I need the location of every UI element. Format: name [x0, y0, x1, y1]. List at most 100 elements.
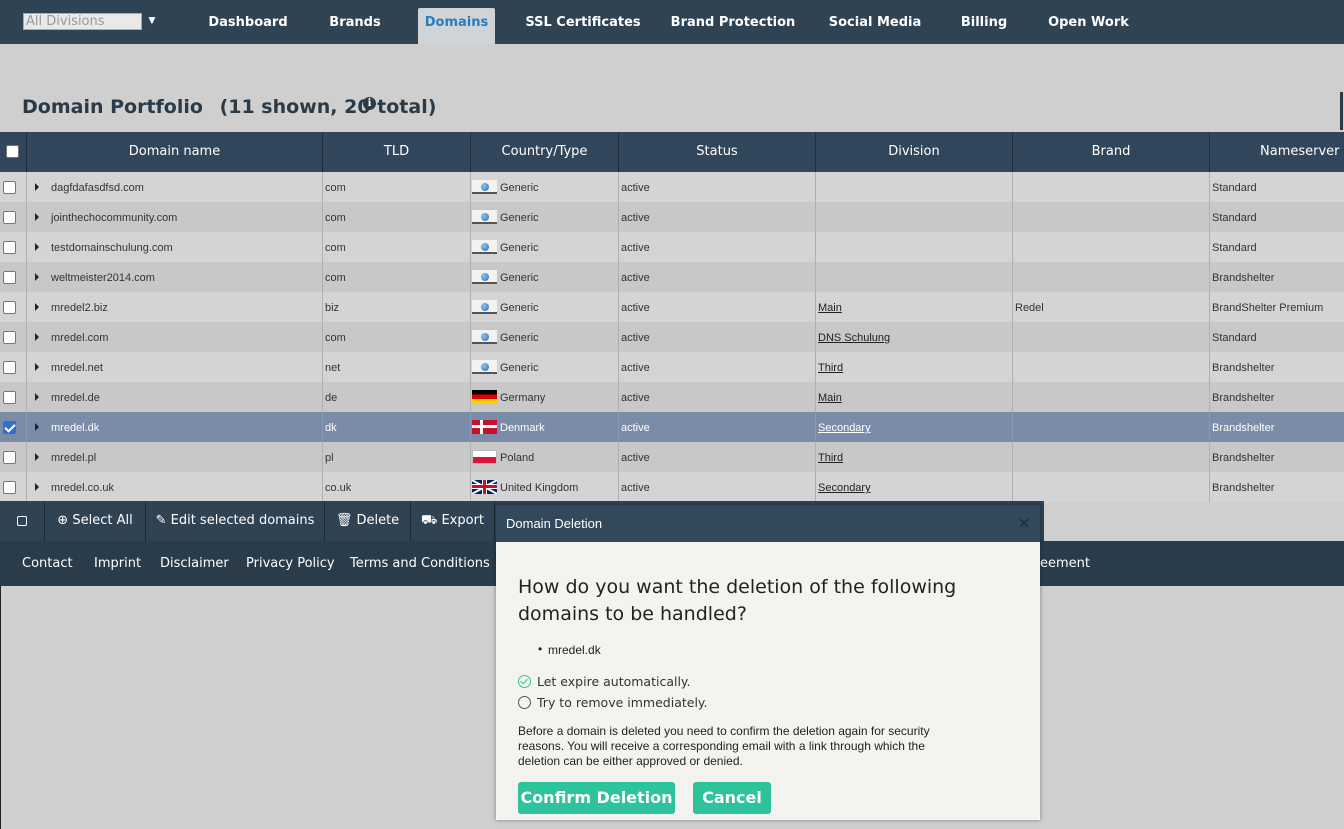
column-header-status[interactable]: Status: [619, 132, 816, 172]
table-row[interactable]: mredel.co.uk co.uk United Kingdom active Sec…: [0, 472, 1344, 502]
domain-name[interactable]: mredel.co.uk: [51, 482, 114, 494]
footer-link-privacy[interactable]: Privacy Policy: [246, 556, 335, 571]
chevron-down-icon[interactable]: ▼: [146, 13, 158, 27]
domain-name[interactable]: mredel.pl: [51, 452, 96, 464]
domain-name[interactable]: mredel.dk: [51, 422, 99, 434]
tab-brands[interactable]: Brands: [322, 8, 388, 44]
domain-name[interactable]: mredel.net: [51, 362, 103, 374]
option-remove-immediately[interactable]: Try to remove immediately.: [518, 695, 708, 710]
select-all-button[interactable]: ⊕ Select All: [45, 501, 146, 541]
expand-arrow-icon[interactable]: [35, 273, 39, 281]
tab-billing[interactable]: Billing: [952, 8, 1016, 44]
division-link[interactable]: Third: [818, 452, 843, 464]
cell-status: active: [621, 182, 650, 194]
tab-domains[interactable]: Domains: [418, 8, 495, 44]
domain-name[interactable]: mredel.com: [51, 332, 108, 344]
cell-status: active: [621, 242, 650, 254]
row-checkbox[interactable]: [3, 361, 16, 374]
domain-name[interactable]: mredel.de: [51, 392, 100, 404]
expand-arrow-icon[interactable]: [35, 183, 39, 191]
row-checkbox[interactable]: [3, 181, 16, 194]
table-row[interactable]: mredel.de de Germany active Main Brandshelter: [0, 382, 1344, 412]
cancel-button[interactable]: Cancel: [693, 782, 771, 814]
expand-arrow-icon[interactable]: [35, 363, 39, 371]
row-checkbox[interactable]: [3, 481, 16, 494]
division-link[interactable]: Main: [818, 302, 842, 314]
radio-checked-icon[interactable]: [518, 674, 531, 688]
cell-nameserver-container: Brandshelter: [1210, 442, 1344, 472]
table-row[interactable]: mredel2.biz biz Generic active Main Redel Bran…: [0, 292, 1344, 322]
row-checkbox[interactable]: [3, 241, 16, 254]
division-link[interactable]: Secondary: [818, 422, 871, 434]
cell-nameserver-container: Brandshelter: [1210, 382, 1344, 412]
info-icon[interactable]: i: [363, 97, 376, 110]
edit-selected-button[interactable]: ✎ Edit selected domains: [146, 501, 325, 541]
domain-name[interactable]: testdomainschulung.com: [51, 242, 173, 254]
expand-arrow-icon[interactable]: [35, 393, 39, 401]
table-row[interactable]: mredel.dk dk Denmark active Secondary Brandsh…: [0, 412, 1344, 442]
row-checkbox[interactable]: [3, 331, 16, 344]
division-link[interactable]: Main: [818, 392, 842, 404]
column-header-nameserver[interactable]: Nameserver s: [1210, 132, 1344, 172]
division-link[interactable]: Third: [818, 362, 843, 374]
domain-name[interactable]: jointhechocommunity.com: [51, 212, 177, 224]
row-checkbox[interactable]: [3, 451, 16, 464]
radio-unchecked-icon[interactable]: [518, 695, 531, 709]
toggle-selection-button[interactable]: [0, 501, 45, 541]
column-header-country[interactable]: Country/Type: [471, 132, 619, 172]
expand-arrow-icon[interactable]: [35, 303, 39, 311]
footer-link-terms[interactable]: Terms and Conditions: [350, 556, 490, 571]
select-all-checkbox[interactable]: [6, 145, 19, 158]
export-button[interactable]: ⛟ Export: [411, 501, 495, 541]
domain-name[interactable]: mredel2.biz: [51, 302, 108, 314]
cell-status: active: [621, 482, 650, 494]
domain-name[interactable]: dagfdafasdfsd.com: [51, 182, 144, 194]
footer-link-disclaimer[interactable]: Disclaimer: [160, 556, 229, 571]
close-icon[interactable]: ✕: [1018, 516, 1030, 530]
domain-name[interactable]: weltmeister2014.com: [51, 272, 155, 284]
column-header-brand[interactable]: Brand: [1013, 132, 1210, 172]
column-header-division[interactable]: Division: [816, 132, 1013, 172]
tab-social-media[interactable]: Social Media: [824, 8, 926, 44]
delete-button[interactable]: 🗑 Delete: [325, 501, 411, 541]
row-checkbox[interactable]: [3, 271, 16, 284]
expand-arrow-icon[interactable]: [35, 423, 39, 431]
table-row[interactable]: mredel.com com Generic active DNS Schulung St…: [0, 322, 1344, 352]
row-checkbox[interactable]: [3, 391, 16, 404]
row-checkbox[interactable]: [3, 421, 16, 434]
expand-arrow-icon[interactable]: [35, 213, 39, 221]
row-checkbox[interactable]: [3, 301, 16, 314]
cell-brand: Redel: [1015, 302, 1044, 314]
division-link[interactable]: DNS Schulung: [818, 332, 890, 344]
row-checkbox[interactable]: [3, 211, 16, 224]
cell-domain-container: weltmeister2014.com: [27, 262, 323, 292]
footer-link-contact[interactable]: Contact: [22, 556, 73, 571]
division-select[interactable]: All Divisions: [23, 13, 142, 30]
expand-arrow-icon[interactable]: [35, 453, 39, 461]
cell-status: active: [621, 302, 650, 314]
table-row[interactable]: testdomainschulung.com com Generic active St…: [0, 232, 1344, 262]
cell-tld-container: biz: [323, 292, 471, 322]
tab-brand-protection[interactable]: Brand Protection: [669, 8, 797, 44]
table-row[interactable]: weltmeister2014.com com Generic active Brand…: [0, 262, 1344, 292]
expand-arrow-icon[interactable]: [35, 243, 39, 251]
table-row[interactable]: mredel.pl pl Poland active Third Brandshelter: [0, 442, 1344, 472]
column-header-domain[interactable]: Domain name: [27, 132, 323, 172]
table-row[interactable]: dagfdafasdfsd.com com Generic active Standar…: [0, 172, 1344, 202]
table-row[interactable]: jointhechocommunity.com com Generic active S…: [0, 202, 1344, 232]
table-row[interactable]: mredel.net net Generic active Third Brandshel…: [0, 352, 1344, 382]
cell-nameserver: Brandshelter: [1212, 392, 1275, 404]
option-let-expire[interactable]: Let expire automatically.: [518, 674, 691, 689]
row-checkbox-cell: [0, 382, 27, 412]
tab-open-work[interactable]: Open Work: [1043, 8, 1134, 44]
confirm-deletion-button[interactable]: Confirm Deletion: [518, 782, 675, 814]
division-link[interactable]: Secondary: [818, 482, 871, 494]
footer-link-imprint[interactable]: Imprint: [94, 556, 141, 571]
footer-link-agreement[interactable]: eement: [1040, 556, 1090, 571]
cell-status: active: [621, 362, 650, 374]
expand-arrow-icon[interactable]: [35, 333, 39, 341]
expand-arrow-icon[interactable]: [35, 483, 39, 491]
tab-dashboard[interactable]: Dashboard: [200, 8, 296, 44]
tab-ssl-certificates[interactable]: SSL Certificates: [523, 8, 643, 44]
column-header-tld[interactable]: TLD: [323, 132, 471, 172]
